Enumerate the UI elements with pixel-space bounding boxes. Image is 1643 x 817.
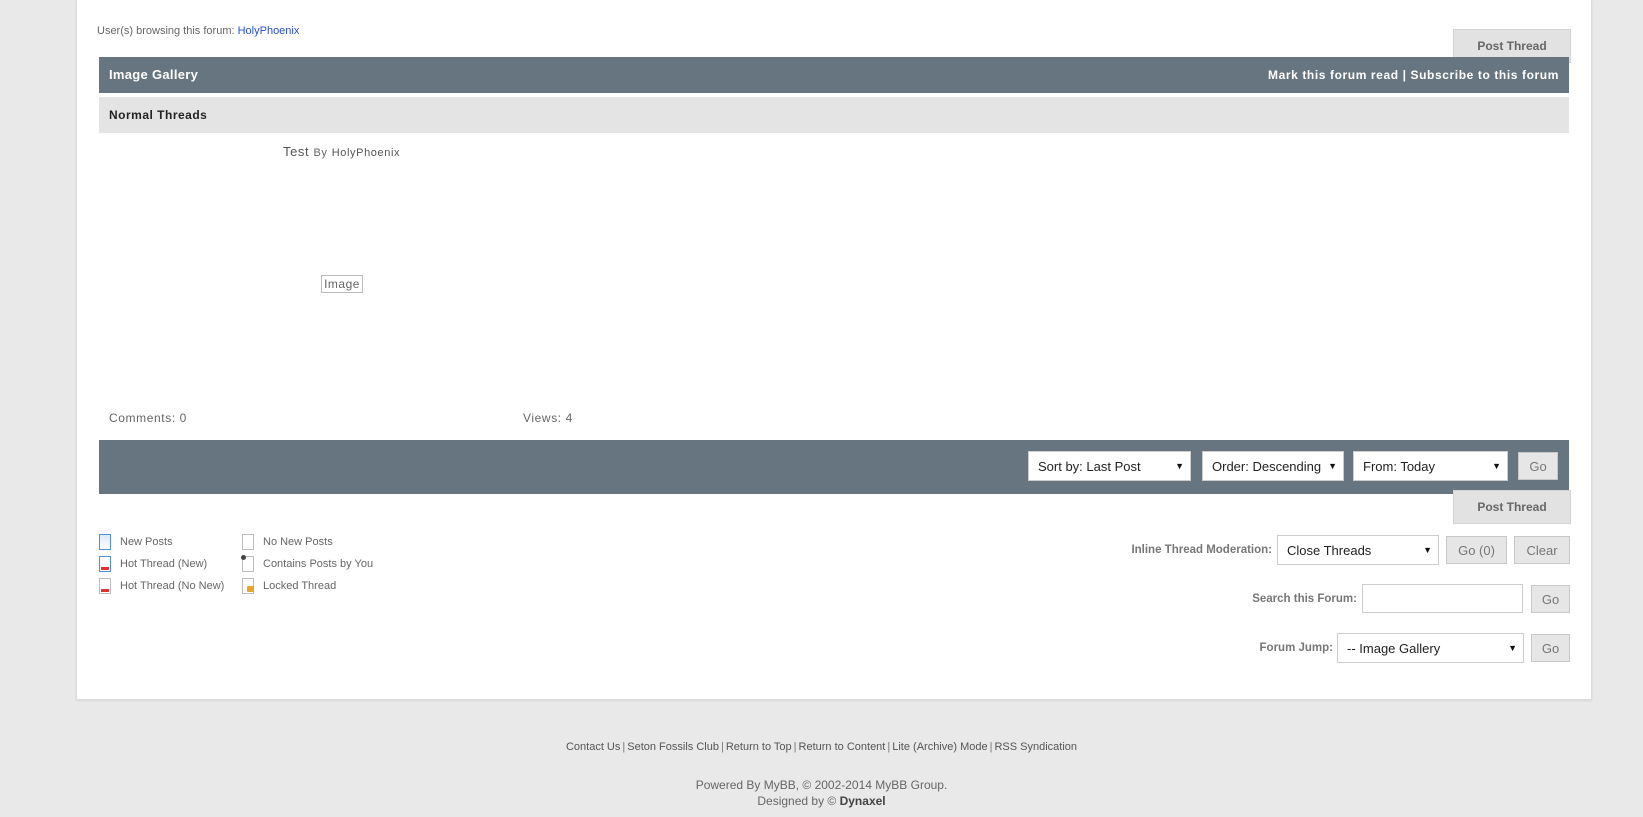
legend-item: Locked Thread (242, 578, 336, 594)
chevron-down-icon: ▼ (1328, 461, 1337, 471)
contains-posts-icon (241, 555, 254, 572)
inline-moderation-clear-button[interactable]: Clear (1514, 536, 1570, 564)
hot-thread-new-icon (99, 556, 111, 572)
mark-forum-read-link[interactable]: Mark this forum read (1268, 68, 1399, 82)
legend-item: Hot Thread (No New) (99, 578, 224, 594)
search-go-button[interactable]: Go (1531, 585, 1570, 613)
inline-moderation-label: Inline Thread Moderation: (1131, 544, 1272, 556)
users-browsing: User(s) browsing this forum: HolyPhoenix (97, 25, 299, 37)
legend-label: Contains Posts by You (263, 558, 374, 570)
legend-item: New Posts (99, 534, 173, 550)
browsing-user-link[interactable]: HolyPhoenix (238, 25, 300, 37)
thread-views-count: Views: 4 (523, 411, 573, 425)
footer-link-content[interactable]: Return to Content (799, 741, 886, 753)
footer-link-contact[interactable]: Contact Us (566, 741, 620, 753)
search-forum-label: Search this Forum: (1252, 593, 1357, 605)
designed-by-label: Designed by © (757, 794, 837, 808)
thread-title-line: Test By HolyPhoenix (283, 144, 400, 159)
forum-jump-label: Forum Jump: (1259, 642, 1333, 654)
subscribe-forum-link[interactable]: Subscribe to this forum (1411, 68, 1559, 82)
legend-item: Contains Posts by You (241, 555, 374, 572)
legend-label: No New Posts (263, 536, 333, 548)
forum-title: Image Gallery (109, 67, 199, 82)
powered-by-text: Powered By MyBB, © 2002-2014 MyBB Group. (695, 778, 948, 792)
footer-link-club[interactable]: Seton Fossils Club (627, 741, 719, 753)
designed-by-line: Designed by © Dynaxel (0, 793, 1643, 809)
thread-author-link[interactable]: HolyPhoenix (332, 147, 400, 159)
normal-threads-heading: Normal Threads (109, 108, 208, 122)
legend-label: Locked Thread (263, 580, 337, 592)
from-value: From: Today (1363, 458, 1436, 474)
designer-link[interactable]: Dynaxel (840, 794, 886, 808)
users-browsing-label: User(s) browsing this forum: (97, 25, 235, 37)
footer-link-top[interactable]: Return to Top (726, 741, 792, 753)
post-thread-button-bottom[interactable]: Post Thread (1453, 490, 1571, 524)
hot-thread-no-new-icon (99, 578, 111, 594)
new-posts-icon (99, 534, 111, 550)
chevron-down-icon: ▼ (1175, 461, 1184, 471)
sort-go-button[interactable]: Go (1518, 452, 1558, 480)
content-container: User(s) browsing this forum: HolyPhoenix… (76, 0, 1592, 700)
locked-thread-icon (242, 578, 254, 594)
inline-moderation-value: Close Threads (1287, 542, 1372, 558)
footer-link-rss[interactable]: RSS Syndication (994, 741, 1077, 753)
forum-jump-value: -- Image Gallery (1347, 640, 1441, 656)
legend-label: Hot Thread (No New) (120, 580, 225, 592)
forum-jump-select[interactable]: -- Image Gallery ▼ (1337, 633, 1524, 663)
forum-header-links: Mark this forum read | Subscribe to this… (1268, 68, 1559, 82)
inline-moderation-select[interactable]: Close Threads ▼ (1277, 535, 1439, 565)
header-separator: | (1402, 68, 1407, 82)
legend-item: Hot Thread (New) (99, 556, 207, 572)
thread-category-bar: Normal Threads (99, 97, 1569, 133)
chevron-down-icon: ▼ (1492, 461, 1501, 471)
sort-bar: Sort by: Last Post ▼ Order: Descending ▼… (99, 440, 1569, 494)
forum-header: Image Gallery Mark this forum read | Sub… (99, 57, 1569, 93)
legend-label: Hot Thread (New) (120, 558, 208, 570)
thread-by-label: By (313, 147, 328, 159)
chevron-down-icon: ▼ (1508, 643, 1517, 653)
thread-title-link[interactable]: Test (283, 144, 309, 159)
order-value: Order: Descending (1212, 458, 1322, 474)
legend-label: New Posts (120, 536, 173, 548)
thread-image-thumbnail[interactable]: Image (321, 275, 363, 293)
footer-link-lite[interactable]: Lite (Archive) Mode (892, 741, 987, 753)
sort-by-value: Sort by: Last Post (1038, 458, 1141, 474)
legend-item: No New Posts (242, 534, 333, 550)
search-forum-input[interactable] (1362, 584, 1523, 613)
thread-comments-count: Comments: 0 (109, 411, 187, 425)
forum-jump-go-button[interactable]: Go (1531, 634, 1570, 662)
footer-copyright: Powered By MyBB, © 2002-2014 MyBB Group.… (0, 777, 1643, 809)
page: { "browsing": {"label": "User(s) browsin… (0, 0, 1643, 817)
sort-by-select[interactable]: Sort by: Last Post ▼ (1028, 451, 1191, 481)
inline-moderation-go-button[interactable]: Go (0) (1446, 536, 1507, 564)
chevron-down-icon: ▼ (1423, 545, 1432, 555)
from-select[interactable]: From: Today ▼ (1353, 451, 1508, 481)
order-select[interactable]: Order: Descending ▼ (1202, 451, 1344, 481)
no-new-posts-icon (242, 534, 254, 550)
footer-links: Contact Us | Seton Fossils Club | Return to … (565, 741, 1078, 753)
